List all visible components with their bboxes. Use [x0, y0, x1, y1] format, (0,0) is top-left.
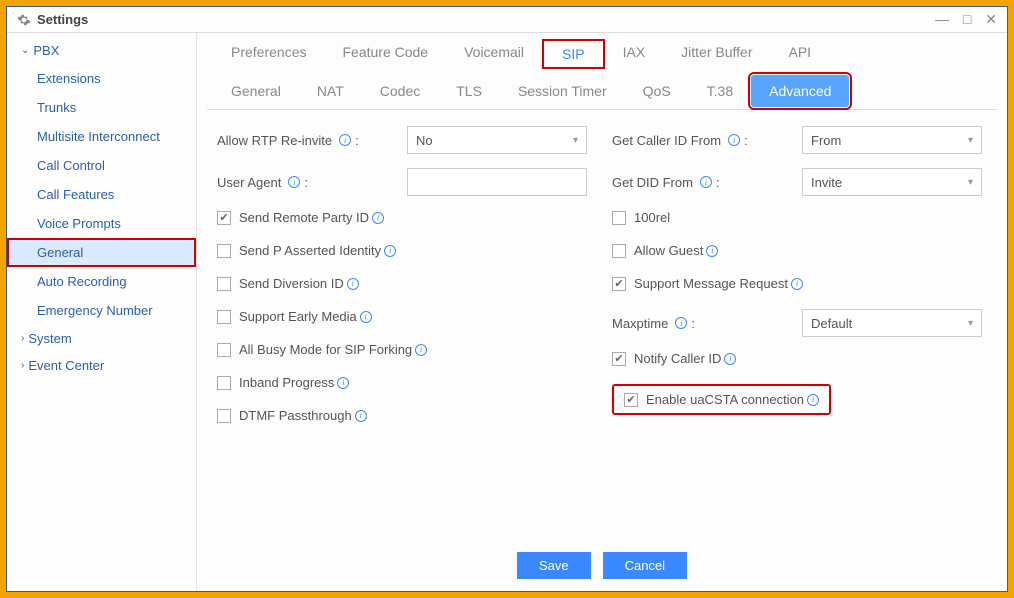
checkbox-100rel[interactable] [612, 211, 626, 225]
main-tabs: Preferences Feature Code Voicemail SIP I… [207, 33, 997, 75]
info-icon[interactable] [415, 344, 427, 356]
checkbox-inband-progress[interactable] [217, 376, 231, 390]
checkbox-allow-guest[interactable] [612, 244, 626, 258]
titlebar: Settings — □ ✕ [7, 7, 1007, 33]
highlight-enable-uacsta: Enable uaCSTA connection [612, 384, 831, 415]
info-icon[interactable] [384, 245, 396, 257]
info-icon[interactable] [724, 353, 736, 365]
subtab-t38[interactable]: T.38 [689, 75, 751, 109]
sidebar-item-multisite[interactable]: Multisite Interconnect [7, 122, 196, 151]
info-icon[interactable] [288, 176, 300, 188]
window-controls: — □ ✕ [925, 11, 997, 28]
info-icon[interactable] [339, 134, 351, 146]
checkbox-send-remote-party-id[interactable] [217, 211, 231, 225]
checkbox-send-diversion[interactable] [217, 277, 231, 291]
label-user-agent: User Agent: [217, 175, 407, 190]
info-icon[interactable] [372, 212, 384, 224]
checkbox-support-message-request[interactable] [612, 277, 626, 291]
subtab-general[interactable]: General [213, 75, 299, 109]
select-maxptime[interactable]: Default [802, 309, 982, 337]
subtab-advanced[interactable]: Advanced [751, 75, 849, 107]
button-row: Save Cancel [207, 542, 997, 591]
save-button[interactable]: Save [517, 552, 591, 579]
form-col-right: Get Caller ID From: From Get DID From: I… [612, 126, 987, 538]
subtab-codec[interactable]: Codec [362, 75, 438, 109]
label-maxptime: Maxptime: [612, 316, 802, 331]
info-icon[interactable] [360, 311, 372, 323]
subtab-tls[interactable]: TLS [438, 75, 500, 109]
close-button[interactable]: ✕ [985, 11, 997, 27]
sidebar-item-call-control[interactable]: Call Control [7, 151, 196, 180]
checkbox-enable-uacsta[interactable] [624, 393, 638, 407]
info-icon[interactable] [791, 278, 803, 290]
tab-iax[interactable]: IAX [605, 39, 664, 69]
subtab-nat[interactable]: NAT [299, 75, 362, 109]
sidebar: ⌄PBX Extensions Trunks Multisite Interco… [7, 33, 197, 591]
body: ⌄PBX Extensions Trunks Multisite Interco… [7, 33, 1007, 591]
maximize-button[interactable]: □ [963, 11, 971, 27]
info-icon[interactable] [355, 410, 367, 422]
sidebar-item-emergency-number[interactable]: Emergency Number [7, 296, 196, 325]
tab-voicemail[interactable]: Voicemail [446, 39, 542, 69]
tab-jitter-buffer[interactable]: Jitter Buffer [663, 39, 770, 69]
checkbox-all-busy-mode[interactable] [217, 343, 231, 357]
label-get-did: Get DID From: [612, 175, 802, 190]
tab-api[interactable]: API [771, 39, 830, 69]
info-icon[interactable] [700, 176, 712, 188]
select-get-caller-id[interactable]: From [802, 126, 982, 154]
subtab-session-timer[interactable]: Session Timer [500, 75, 625, 109]
tab-preferences[interactable]: Preferences [213, 39, 324, 69]
checkbox-notify-caller-id[interactable] [612, 352, 626, 366]
minimize-button[interactable]: — [935, 11, 949, 27]
cancel-button[interactable]: Cancel [603, 552, 687, 579]
info-icon[interactable] [675, 317, 687, 329]
sub-tabs: General NAT Codec TLS Session Timer QoS … [207, 75, 997, 110]
chevron-down-icon: ⌄ [21, 45, 29, 56]
sidebar-item-trunks[interactable]: Trunks [7, 93, 196, 122]
input-user-agent[interactable] [407, 168, 587, 196]
sidebar-group-event-center[interactable]: ›Event Center [7, 352, 196, 379]
label-allow-rtp: Allow RTP Re-invite: [217, 133, 407, 148]
select-get-did[interactable]: Invite [802, 168, 982, 196]
select-allow-rtp[interactable]: No [407, 126, 587, 154]
form-area: Allow RTP Re-invite: No User Agent: Send… [207, 110, 997, 542]
checkbox-send-p-asserted[interactable] [217, 244, 231, 258]
gear-icon [17, 13, 31, 27]
form-col-left: Allow RTP Re-invite: No User Agent: Send… [217, 126, 592, 538]
sidebar-item-extensions[interactable]: Extensions [7, 64, 196, 93]
settings-window: Settings — □ ✕ ⌄PBX Extensions Trunks Mu… [6, 6, 1008, 592]
tab-sip[interactable]: SIP [542, 39, 605, 69]
checkbox-dtmf-passthrough[interactable] [217, 409, 231, 423]
sidebar-item-auto-recording[interactable]: Auto Recording [7, 267, 196, 296]
tab-feature-code[interactable]: Feature Code [324, 39, 446, 69]
label-get-caller-id: Get Caller ID From: [612, 133, 802, 148]
info-icon[interactable] [807, 394, 819, 406]
sidebar-group-pbx[interactable]: ⌄PBX [7, 37, 196, 64]
sidebar-group-system[interactable]: ›System [7, 325, 196, 352]
info-icon[interactable] [347, 278, 359, 290]
checkbox-support-early-media[interactable] [217, 310, 231, 324]
sidebar-item-call-features[interactable]: Call Features [7, 180, 196, 209]
sidebar-item-general[interactable]: General [7, 238, 196, 267]
sidebar-item-voice-prompts[interactable]: Voice Prompts [7, 209, 196, 238]
info-icon[interactable] [337, 377, 349, 389]
window-title: Settings [37, 12, 88, 27]
subtab-qos[interactable]: QoS [625, 75, 689, 109]
chevron-right-icon: › [21, 360, 24, 371]
content: Preferences Feature Code Voicemail SIP I… [197, 33, 1007, 591]
chevron-right-icon: › [21, 333, 24, 344]
info-icon[interactable] [706, 245, 718, 257]
info-icon[interactable] [728, 134, 740, 146]
